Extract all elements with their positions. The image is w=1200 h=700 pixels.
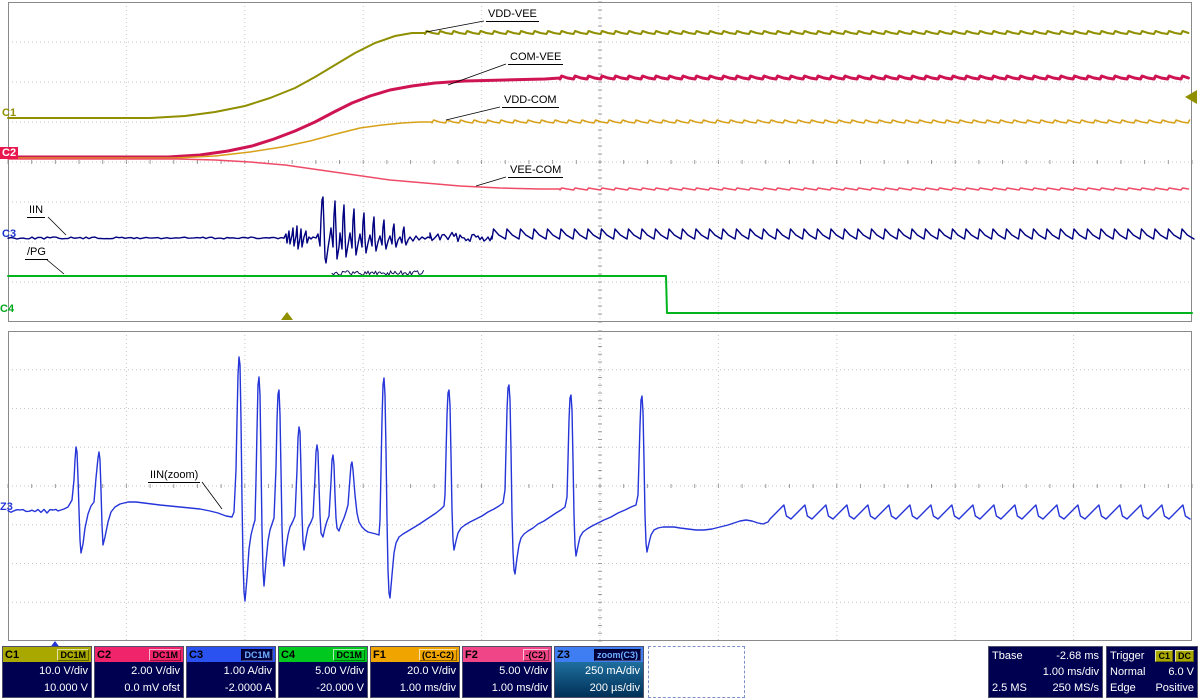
trigger-label: Trigger xyxy=(1110,650,1144,662)
descriptor-value: 1.00 A/div xyxy=(190,665,272,677)
trigger-descriptor[interactable]: Trigger C1 DC Normal 6.0 V Edge Positive xyxy=(1106,646,1198,698)
descriptor-c2[interactable]: C2 DC1M 2.00 V/div 0.0 mV ofst xyxy=(94,646,184,698)
descriptor-title: C2 xyxy=(97,649,111,661)
descriptor-value: -2.0000 A xyxy=(190,682,272,694)
trace-iin xyxy=(8,197,1194,263)
tbase-samples: 2.5 MS xyxy=(992,682,1027,694)
trigger-mode: Normal xyxy=(1110,666,1145,678)
descriptor-value: -20.000 V xyxy=(282,682,364,694)
tbase-scale: 1.00 ms/div xyxy=(1043,666,1099,678)
label-leader-line xyxy=(446,107,500,120)
channel-marker-c4[interactable]: C4 xyxy=(0,303,14,315)
descriptor-value: 1.00 ms/div xyxy=(374,682,456,694)
descriptor-f1[interactable]: F1 (C1-C2) 20.0 V/div 1.00 ms/div xyxy=(370,646,460,698)
descriptor-title: C4 xyxy=(281,649,295,661)
descriptor-coupling: (C1-C2) xyxy=(419,649,457,661)
descriptor-value: 10.0 V/div xyxy=(6,665,88,677)
trigger-type: Edge xyxy=(1110,682,1136,694)
channel-marker-c2[interactable]: C2 xyxy=(0,147,18,159)
descriptor-c1[interactable]: C1 DC1M 10.0 V/div 10.000 V xyxy=(2,646,92,698)
label-leader-line xyxy=(46,259,64,274)
label-leader-line xyxy=(476,177,506,186)
trace-vee-com xyxy=(8,159,1188,190)
descriptor-value: 200 µs/div xyxy=(558,682,640,694)
trace-label-com-vee: COM-VEE xyxy=(508,51,563,65)
trace-vdd-com xyxy=(8,120,1190,158)
descriptor-title: Z3 xyxy=(557,649,570,661)
trigger-slope: Positive xyxy=(1155,682,1194,694)
descriptor-value: 10.000 V xyxy=(6,682,88,694)
trace-label--pg: /PG xyxy=(25,246,48,260)
descriptor-z3[interactable]: Z3 zoom(C3) 250 mA/div 200 µs/div xyxy=(554,646,644,698)
status-bar: Tbase -2.68 ms 1.00 ms/div 2.5 MS 250 MS… xyxy=(0,645,1200,700)
descriptor-title: F2 xyxy=(465,649,478,661)
descriptor-c4[interactable]: C4 DC1M 5.00 V/div -20.000 V xyxy=(278,646,368,698)
trigger-source-chip: C1 xyxy=(1155,650,1173,662)
descriptor-coupling: DC1M xyxy=(333,649,365,661)
channel-marker-c3[interactable]: C3 xyxy=(2,228,16,240)
oscilloscope-screen: VDD-VEE COM-VEE VDD-COM VEE-COM IIN/PG IIN(zo… xyxy=(0,0,1200,700)
descriptor-coupling: DC1M xyxy=(57,649,89,661)
trigger-time-marker[interactable] xyxy=(281,312,293,320)
descriptor-value: 1.00 ms/div xyxy=(466,682,548,694)
label-leader-line xyxy=(426,21,484,32)
descriptor-c3[interactable]: C3 DC1M 1.00 A/div -2.0000 A xyxy=(186,646,276,698)
tbase-label: Tbase xyxy=(992,650,1023,662)
trigger-coupling-chip: DC xyxy=(1175,650,1194,662)
descriptor-f2[interactable]: F2 -(C2) 5.00 V/div 1.00 ms/div xyxy=(462,646,552,698)
label-leader-line xyxy=(48,217,66,235)
descriptor-coupling: zoom(C3) xyxy=(594,649,641,661)
descriptor-value: 5.00 V/div xyxy=(282,665,364,677)
channel-marker-z3[interactable]: Z3 xyxy=(0,501,13,513)
tbase-delay: -2.68 ms xyxy=(1056,650,1099,662)
timebase-descriptor[interactable]: Tbase -2.68 ms 1.00 ms/div 2.5 MS 250 MS… xyxy=(988,646,1103,698)
trace-label-iin: IIN xyxy=(27,204,45,218)
descriptor-coupling: -(C2) xyxy=(523,649,550,661)
descriptor-value: 0.0 mV ofst xyxy=(98,682,180,694)
descriptor-coupling: DC1M xyxy=(241,649,273,661)
trace-label-vdd-vee: VDD-VEE xyxy=(486,8,539,22)
tbase-sample-rate: 250 MS/s xyxy=(1053,682,1099,694)
channel-marker-c1[interactable]: C1 xyxy=(2,107,16,119)
descriptor-title: C3 xyxy=(189,649,203,661)
descriptor-value: 2.00 V/div xyxy=(98,665,180,677)
descriptor-title: C1 xyxy=(5,649,19,661)
trace-label-vee-com: VEE-COM xyxy=(508,164,563,178)
trace-label-vdd-com: VDD-COM xyxy=(502,94,559,108)
descriptor-value: 5.00 V/div xyxy=(466,665,548,677)
descriptor-value: 20.0 V/div xyxy=(374,665,456,677)
trace-iin-ringing-band xyxy=(332,271,424,276)
trigger-chips: C1 DC xyxy=(1155,650,1194,662)
trace-label-iin-zoom-: IIN(zoom) xyxy=(148,469,200,483)
empty-descriptor-slot[interactable] xyxy=(648,646,745,698)
descriptor-coupling: DC1M xyxy=(149,649,181,661)
waveform-display xyxy=(0,0,1200,700)
descriptor-title: F1 xyxy=(373,649,386,661)
trigger-level: 6.0 V xyxy=(1168,666,1194,678)
descriptor-value: 250 mA/div xyxy=(558,665,640,677)
